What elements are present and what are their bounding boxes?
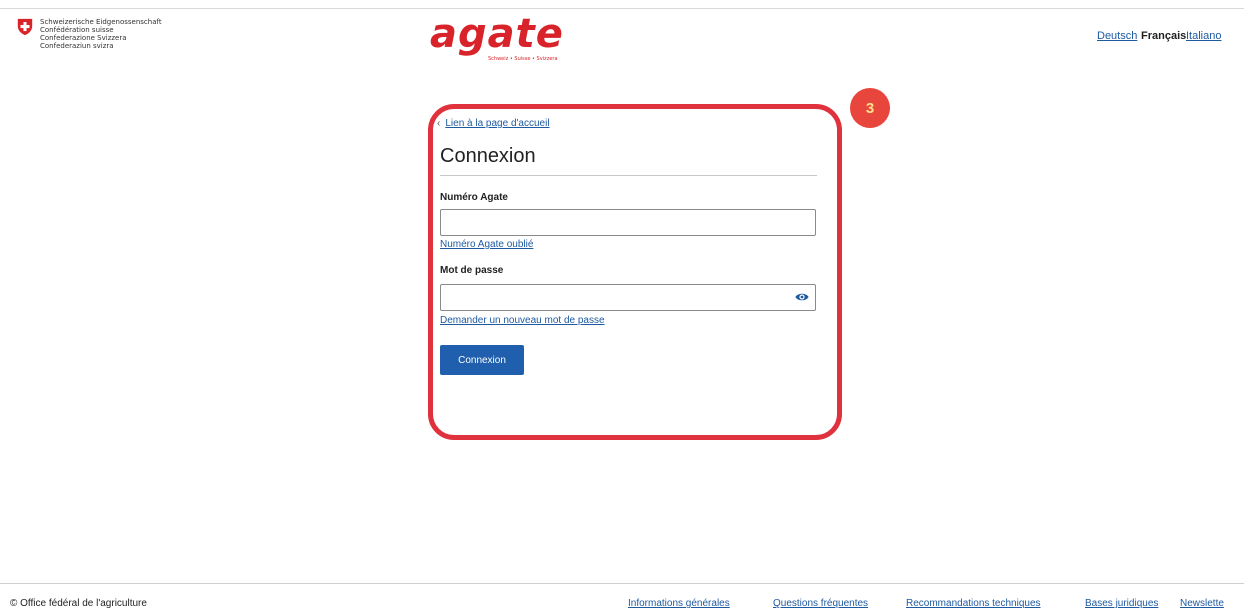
chevron-left-icon: ‹ — [437, 118, 441, 129]
language-link-italiano[interactable]: Italiano — [1186, 30, 1221, 42]
language-switcher-de[interactable]: Deutsch — [1097, 30, 1137, 42]
step-badge: 3 — [850, 88, 890, 128]
top-divider — [0, 8, 1244, 9]
agate-logo-word: gate — [458, 11, 564, 57]
show-password-eye-icon[interactable] — [795, 291, 809, 303]
password-label: Mot de passe — [440, 265, 504, 276]
title-divider — [440, 175, 817, 176]
agate-logo-subtitle: Schweiz • Suisse • Svizzera — [488, 56, 558, 62]
footer-link-technical-recommendations[interactable]: Recommandations techniques — [906, 598, 1041, 609]
back-link-label: Lien à la page d'accueil — [445, 118, 550, 129]
confederation-line-it: Confederazione Svizzera — [40, 34, 127, 42]
agate-number-input[interactable] — [440, 209, 816, 236]
footer-link-faq[interactable]: Questions fréquentes — [773, 598, 868, 609]
language-link-deutsch[interactable]: Deutsch — [1097, 30, 1137, 42]
footer-link-legal-basis[interactable]: Bases juridiques — [1085, 598, 1158, 609]
request-new-password-link[interactable]: Demander un nouveau mot de passe — [440, 315, 605, 326]
forgot-agate-number-link[interactable]: Numéro Agate oublié — [440, 239, 533, 250]
confederation-name: Schweizerische Eidgenossenschaft Confédé… — [40, 18, 162, 50]
footer-divider — [0, 583, 1244, 584]
confederation-logo: Schweizerische Eidgenossenschaft Confédé… — [16, 18, 162, 50]
footer-copyright: © Office fédéral de l'agriculture — [10, 598, 147, 609]
swiss-shield-icon — [17, 18, 33, 36]
login-button[interactable]: Connexion — [440, 345, 524, 375]
footer-link-general-info[interactable]: Informations générales — [628, 598, 730, 609]
confederation-line-rm: Confederaziun svizra — [40, 42, 114, 50]
confederation-line-de: Schweizerische Eidgenossenschaft — [40, 18, 162, 26]
footer-link-newsletter[interactable]: Newslette — [1180, 598, 1224, 609]
password-input[interactable] — [440, 284, 816, 311]
language-switcher-it[interactable]: Italiano — [1186, 30, 1221, 42]
back-to-home-link[interactable]: ‹ Lien à la page d'accueil — [437, 118, 550, 129]
agate-logo: agate Schweiz • Suisse • Svizzera — [430, 14, 570, 66]
confederation-line-fr: Confédération suisse — [40, 26, 114, 34]
page-title: Connexion — [440, 145, 536, 167]
agate-number-label: Numéro Agate — [440, 192, 508, 203]
agate-logo-letter: a — [430, 11, 458, 57]
language-current-francais: Français — [1141, 30, 1187, 42]
